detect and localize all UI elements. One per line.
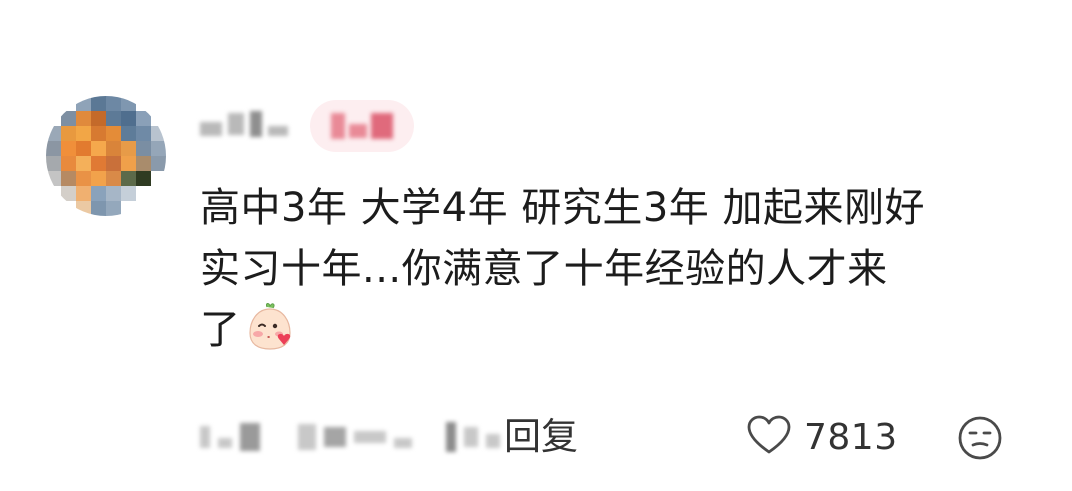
redacted-block bbox=[446, 422, 456, 452]
comment-text-line: 了 bbox=[200, 300, 1030, 369]
redacted-block bbox=[371, 113, 393, 139]
reply-button[interactable]: 回复 bbox=[504, 414, 578, 460]
redacted-block bbox=[331, 113, 345, 139]
comment-text-line: 实习十年...你满意了十年经验的人才来 bbox=[200, 246, 888, 292]
redacted-block bbox=[218, 438, 232, 448]
redacted-block bbox=[200, 426, 210, 448]
like-count: 7813 bbox=[804, 416, 898, 458]
redacted-block bbox=[268, 126, 288, 136]
heart-outline-icon bbox=[746, 414, 792, 460]
redacted-block bbox=[354, 431, 386, 443]
dislike-button[interactable] bbox=[956, 414, 1004, 462]
comment-text: 高中3年 大学4年 研究生3年 加起来刚好 实习十年...你满意了十年经验的人才… bbox=[200, 178, 1030, 369]
redacted-block bbox=[324, 427, 346, 447]
unimpressed-face-icon bbox=[956, 416, 1004, 466]
comment-meta-redacted bbox=[200, 414, 500, 460]
like-button[interactable]: 7813 bbox=[746, 412, 898, 462]
comment-text-line: 高中3年 大学4年 研究生3年 加起来刚好 bbox=[200, 185, 925, 231]
avatar[interactable] bbox=[46, 96, 166, 216]
comment-text-fragment: 了 bbox=[200, 307, 241, 353]
redacted-block bbox=[394, 438, 412, 448]
redacted-block bbox=[240, 423, 260, 451]
author-name-redacted[interactable] bbox=[200, 108, 300, 140]
redacted-block bbox=[486, 434, 500, 448]
redacted-block bbox=[228, 113, 244, 135]
blushing-blowing-kiss-icon bbox=[245, 301, 295, 369]
redacted-block bbox=[349, 124, 367, 138]
redacted-block bbox=[298, 424, 316, 450]
redacted-block bbox=[250, 111, 262, 137]
redacted-block bbox=[464, 427, 478, 447]
redacted-block bbox=[200, 122, 222, 136]
comment-item: 高中3年 大学4年 研究生3年 加起来刚好 实习十年...你满意了十年经验的人才… bbox=[0, 0, 1072, 491]
author-badge-redacted bbox=[310, 100, 414, 152]
